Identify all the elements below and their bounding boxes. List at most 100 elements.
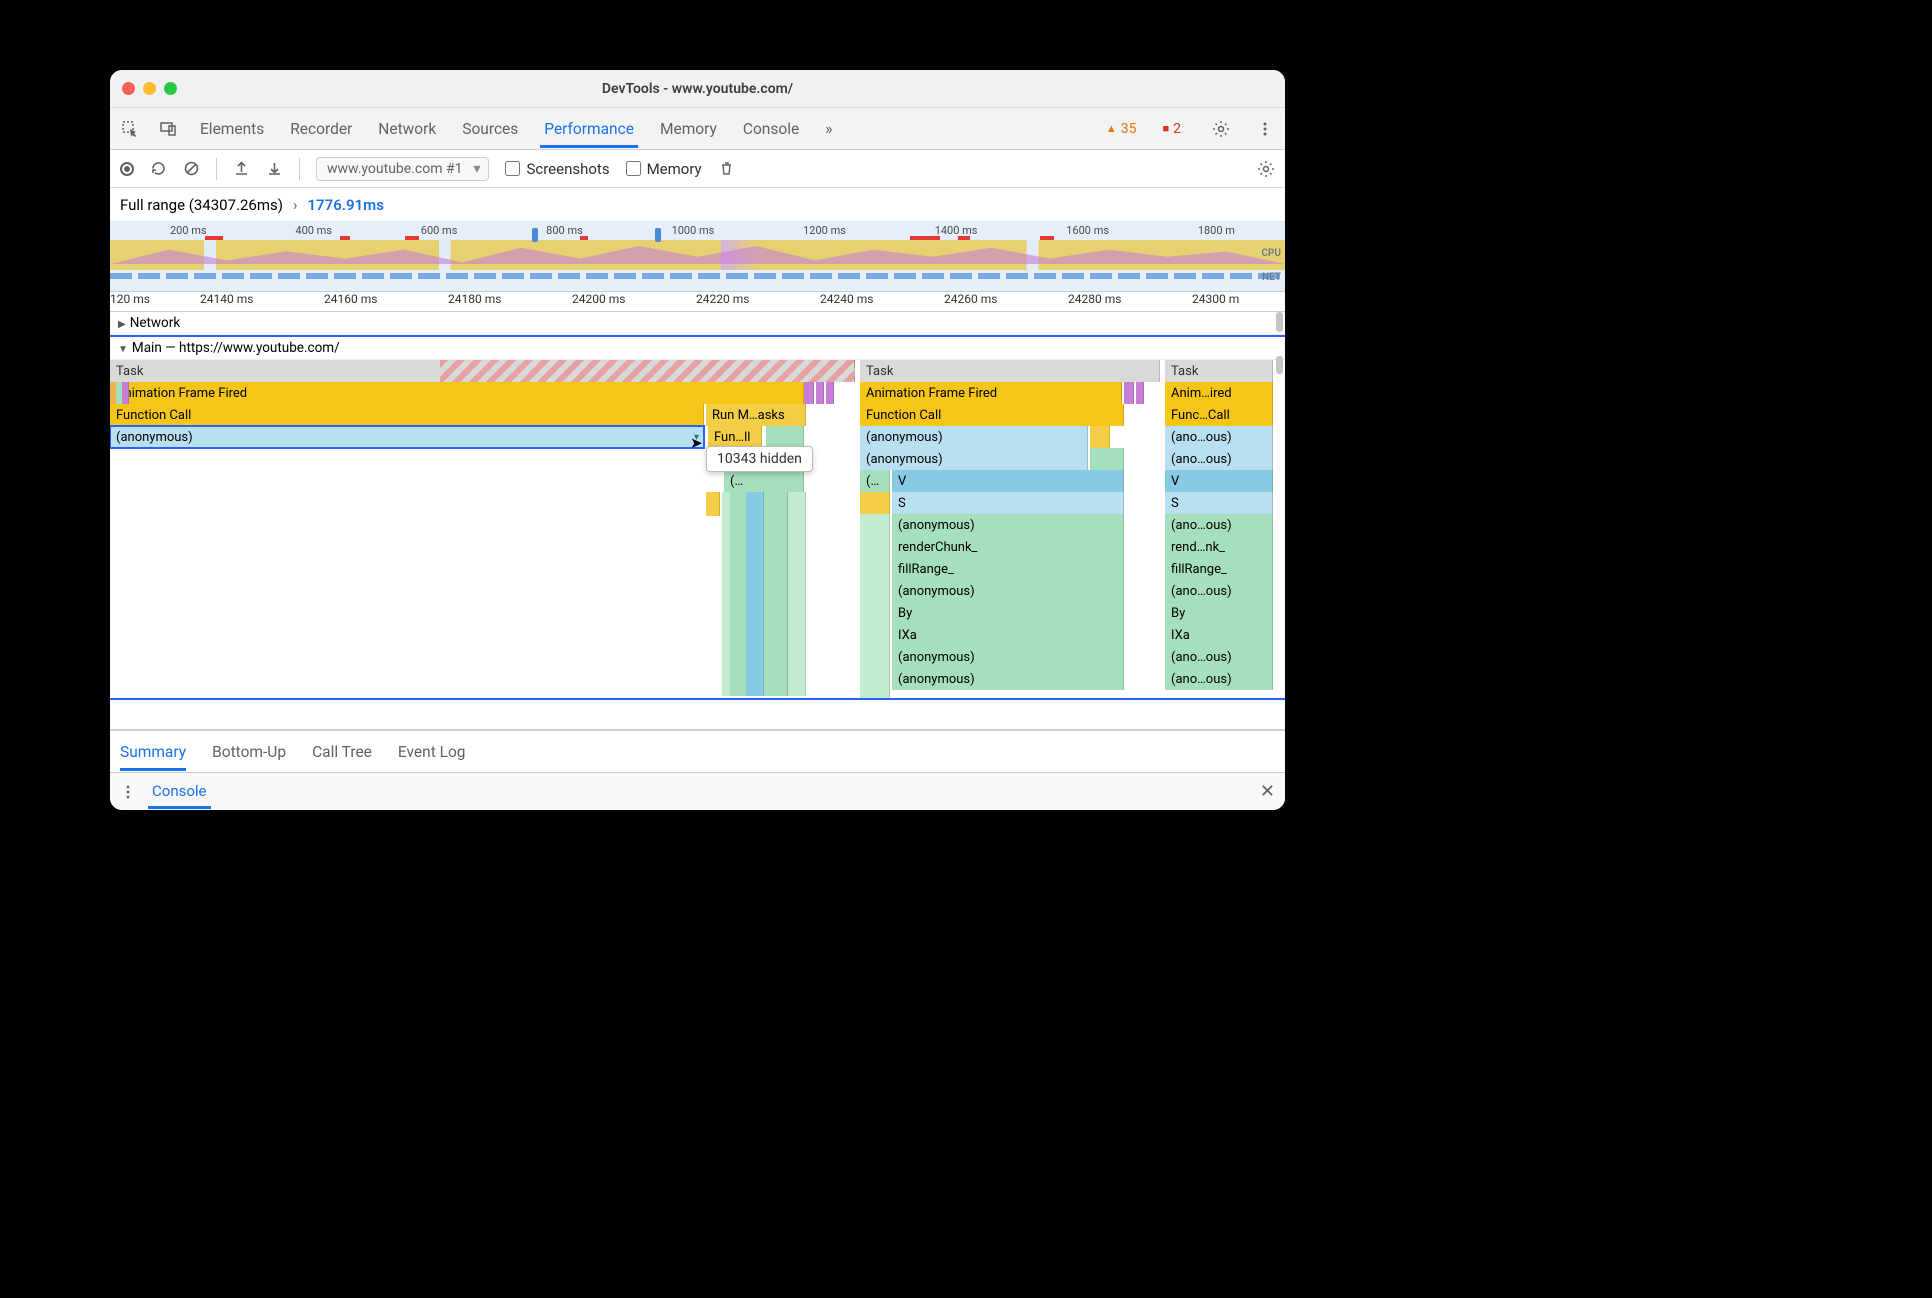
network-track-header[interactable]: ▶Network	[110, 312, 1285, 335]
btab-calltree[interactable]: Call Tree	[312, 733, 372, 771]
tab-elements[interactable]: Elements	[196, 110, 268, 148]
long-task-marker	[205, 236, 223, 240]
capture-settings-icon[interactable]	[1257, 160, 1275, 178]
flame-event[interactable]	[804, 382, 814, 404]
flame-event[interactable]: (anonymous)	[860, 448, 1088, 470]
flame-event[interactable]: Animation Frame Fired	[110, 382, 804, 404]
full-range-label[interactable]: Full range (34307.26ms)	[120, 196, 283, 214]
btab-eventlog[interactable]: Event Log	[398, 733, 466, 771]
timeline-overview[interactable]: 200 ms 400 ms 600 ms 800 ms 1000 ms 1200…	[110, 222, 1285, 292]
flame-event[interactable]: IXa	[1165, 624, 1273, 646]
range-breadcrumb: Full range (34307.26ms) › 1776.91ms	[110, 188, 1285, 222]
tab-performance[interactable]: Performance	[540, 110, 638, 148]
flame-event-stack[interactable]	[746, 492, 764, 696]
recording-select[interactable]: www.youtube.com #1	[316, 157, 489, 181]
flame-event[interactable]: (…	[724, 470, 804, 492]
clear-icon[interactable]	[183, 160, 200, 177]
flame-event[interactable]	[766, 426, 804, 448]
flame-event[interactable]: (anonymous)	[892, 580, 1124, 602]
btab-bottomup[interactable]: Bottom-Up	[212, 733, 286, 771]
flame-task[interactable]: Task	[1165, 360, 1273, 382]
kebab-menu-icon[interactable]	[120, 784, 136, 800]
range-handle-right[interactable]	[655, 228, 661, 242]
flame-event[interactable]: renderChunk_	[892, 536, 1124, 558]
errors-badge[interactable]: 2	[1162, 121, 1181, 137]
flame-event[interactable]: (anonymous)	[860, 426, 1088, 448]
btab-summary[interactable]: Summary	[120, 733, 186, 771]
flame-event[interactable]	[1090, 426, 1110, 448]
flame-event[interactable]	[706, 492, 720, 516]
tab-recorder[interactable]: Recorder	[286, 110, 356, 148]
flame-event[interactable]	[122, 382, 129, 404]
close-drawer-icon[interactable]: ✕	[1260, 781, 1275, 802]
flame-event[interactable]	[1090, 448, 1124, 470]
flame-event-selected[interactable]: (anonymous)▾	[110, 426, 704, 448]
upload-icon[interactable]	[233, 160, 250, 177]
flame-event[interactable]: Fun…ll	[708, 426, 762, 448]
tab-console[interactable]: Console	[739, 110, 803, 148]
scrollbar-thumb[interactable]	[1276, 312, 1283, 332]
reload-record-icon[interactable]	[150, 160, 167, 177]
flame-event-stack[interactable]	[860, 514, 890, 698]
net-label: NET	[1262, 272, 1281, 283]
tab-sources[interactable]: Sources	[458, 110, 522, 148]
flame-event[interactable]: (ano…ous)	[1165, 448, 1273, 470]
flame-event[interactable]: (ano…ous)	[1165, 668, 1273, 690]
current-range[interactable]: 1776.91ms	[307, 196, 383, 214]
flame-event[interactable]: By	[892, 602, 1124, 624]
device-toolbar-icon[interactable]	[158, 120, 178, 138]
flame-event[interactable]	[1124, 382, 1134, 404]
main-track-header[interactable]: ▼Main — https://www.youtube.com/	[110, 337, 1285, 360]
drawer-tab-console[interactable]: Console	[148, 774, 211, 809]
flame-event[interactable]: fillRange_	[1165, 558, 1273, 580]
warnings-badge[interactable]: 35	[1106, 121, 1137, 137]
flame-event[interactable]	[1136, 382, 1144, 404]
more-tabs-button[interactable]: »	[821, 110, 836, 148]
flame-task[interactable]: Task	[860, 360, 1160, 382]
flame-event[interactable]	[826, 382, 834, 404]
flame-event[interactable]: rend…nk_	[1165, 536, 1273, 558]
flame-event[interactable]: (ano…ous)	[1165, 646, 1273, 668]
tab-network[interactable]: Network	[374, 110, 440, 148]
flame-event[interactable]: IXa	[892, 624, 1124, 646]
flame-event[interactable]: (anonymous)	[892, 668, 1124, 690]
screenshots-checkbox[interactable]: Screenshots	[505, 160, 609, 178]
timeline-ruler[interactable]: 120 ms 24140 ms 24160 ms 24180 ms 24200 …	[110, 292, 1285, 312]
scrollbar-thumb[interactable]	[1276, 356, 1283, 374]
flame-event[interactable]: Run M…asks	[706, 404, 806, 426]
flame-event[interactable]	[860, 492, 890, 514]
inspect-element-icon[interactable]	[120, 120, 140, 138]
settings-icon[interactable]	[1211, 120, 1231, 138]
tab-memory[interactable]: Memory	[656, 110, 721, 148]
flame-event[interactable]: (…	[860, 470, 890, 492]
kebab-menu-icon[interactable]	[1255, 120, 1275, 138]
flame-event[interactable]: V	[1165, 470, 1273, 492]
flame-event[interactable]: (ano…ous)	[1165, 426, 1273, 448]
flame-event[interactable]: V	[892, 470, 1124, 492]
flame-event[interactable]: S	[1165, 492, 1273, 514]
panel-tabs: Elements Recorder Network Sources Perfor…	[110, 108, 1285, 150]
flame-event[interactable]: fillRange_	[892, 558, 1124, 580]
flame-event[interactable]: Function Call	[860, 404, 1124, 426]
flame-chart[interactable]: Task Animation Frame Fired Function Call…	[110, 360, 1285, 698]
flame-event[interactable]: Func…Call	[1165, 404, 1273, 426]
flame-event[interactable]: (anonymous)	[892, 514, 1124, 536]
flame-event[interactable]: (ano…ous)	[1165, 580, 1273, 602]
flame-event[interactable]	[816, 382, 824, 404]
record-button[interactable]	[120, 162, 134, 176]
flame-event[interactable]: (anonymous)	[892, 646, 1124, 668]
download-icon[interactable]	[266, 160, 283, 177]
flame-event[interactable]: By	[1165, 602, 1273, 624]
memory-checkbox[interactable]: Memory	[626, 160, 702, 178]
flame-event[interactable]: Function Call	[110, 404, 704, 426]
garbage-collect-icon[interactable]	[718, 160, 735, 177]
flame-event[interactable]: Anim…ired	[1165, 382, 1273, 404]
overview-tick: 1400 ms	[935, 224, 978, 237]
flame-event[interactable]: S	[892, 492, 1124, 514]
ruler-tick: 24200 ms	[572, 292, 696, 311]
range-handle-left[interactable]	[532, 228, 538, 242]
flame-event[interactable]: (ano…ous)	[1165, 514, 1273, 536]
flame-event[interactable]: Animation Frame Fired	[860, 382, 1122, 404]
ruler-tick: 24220 ms	[696, 292, 820, 311]
screenshots-label: Screenshots	[526, 160, 609, 178]
